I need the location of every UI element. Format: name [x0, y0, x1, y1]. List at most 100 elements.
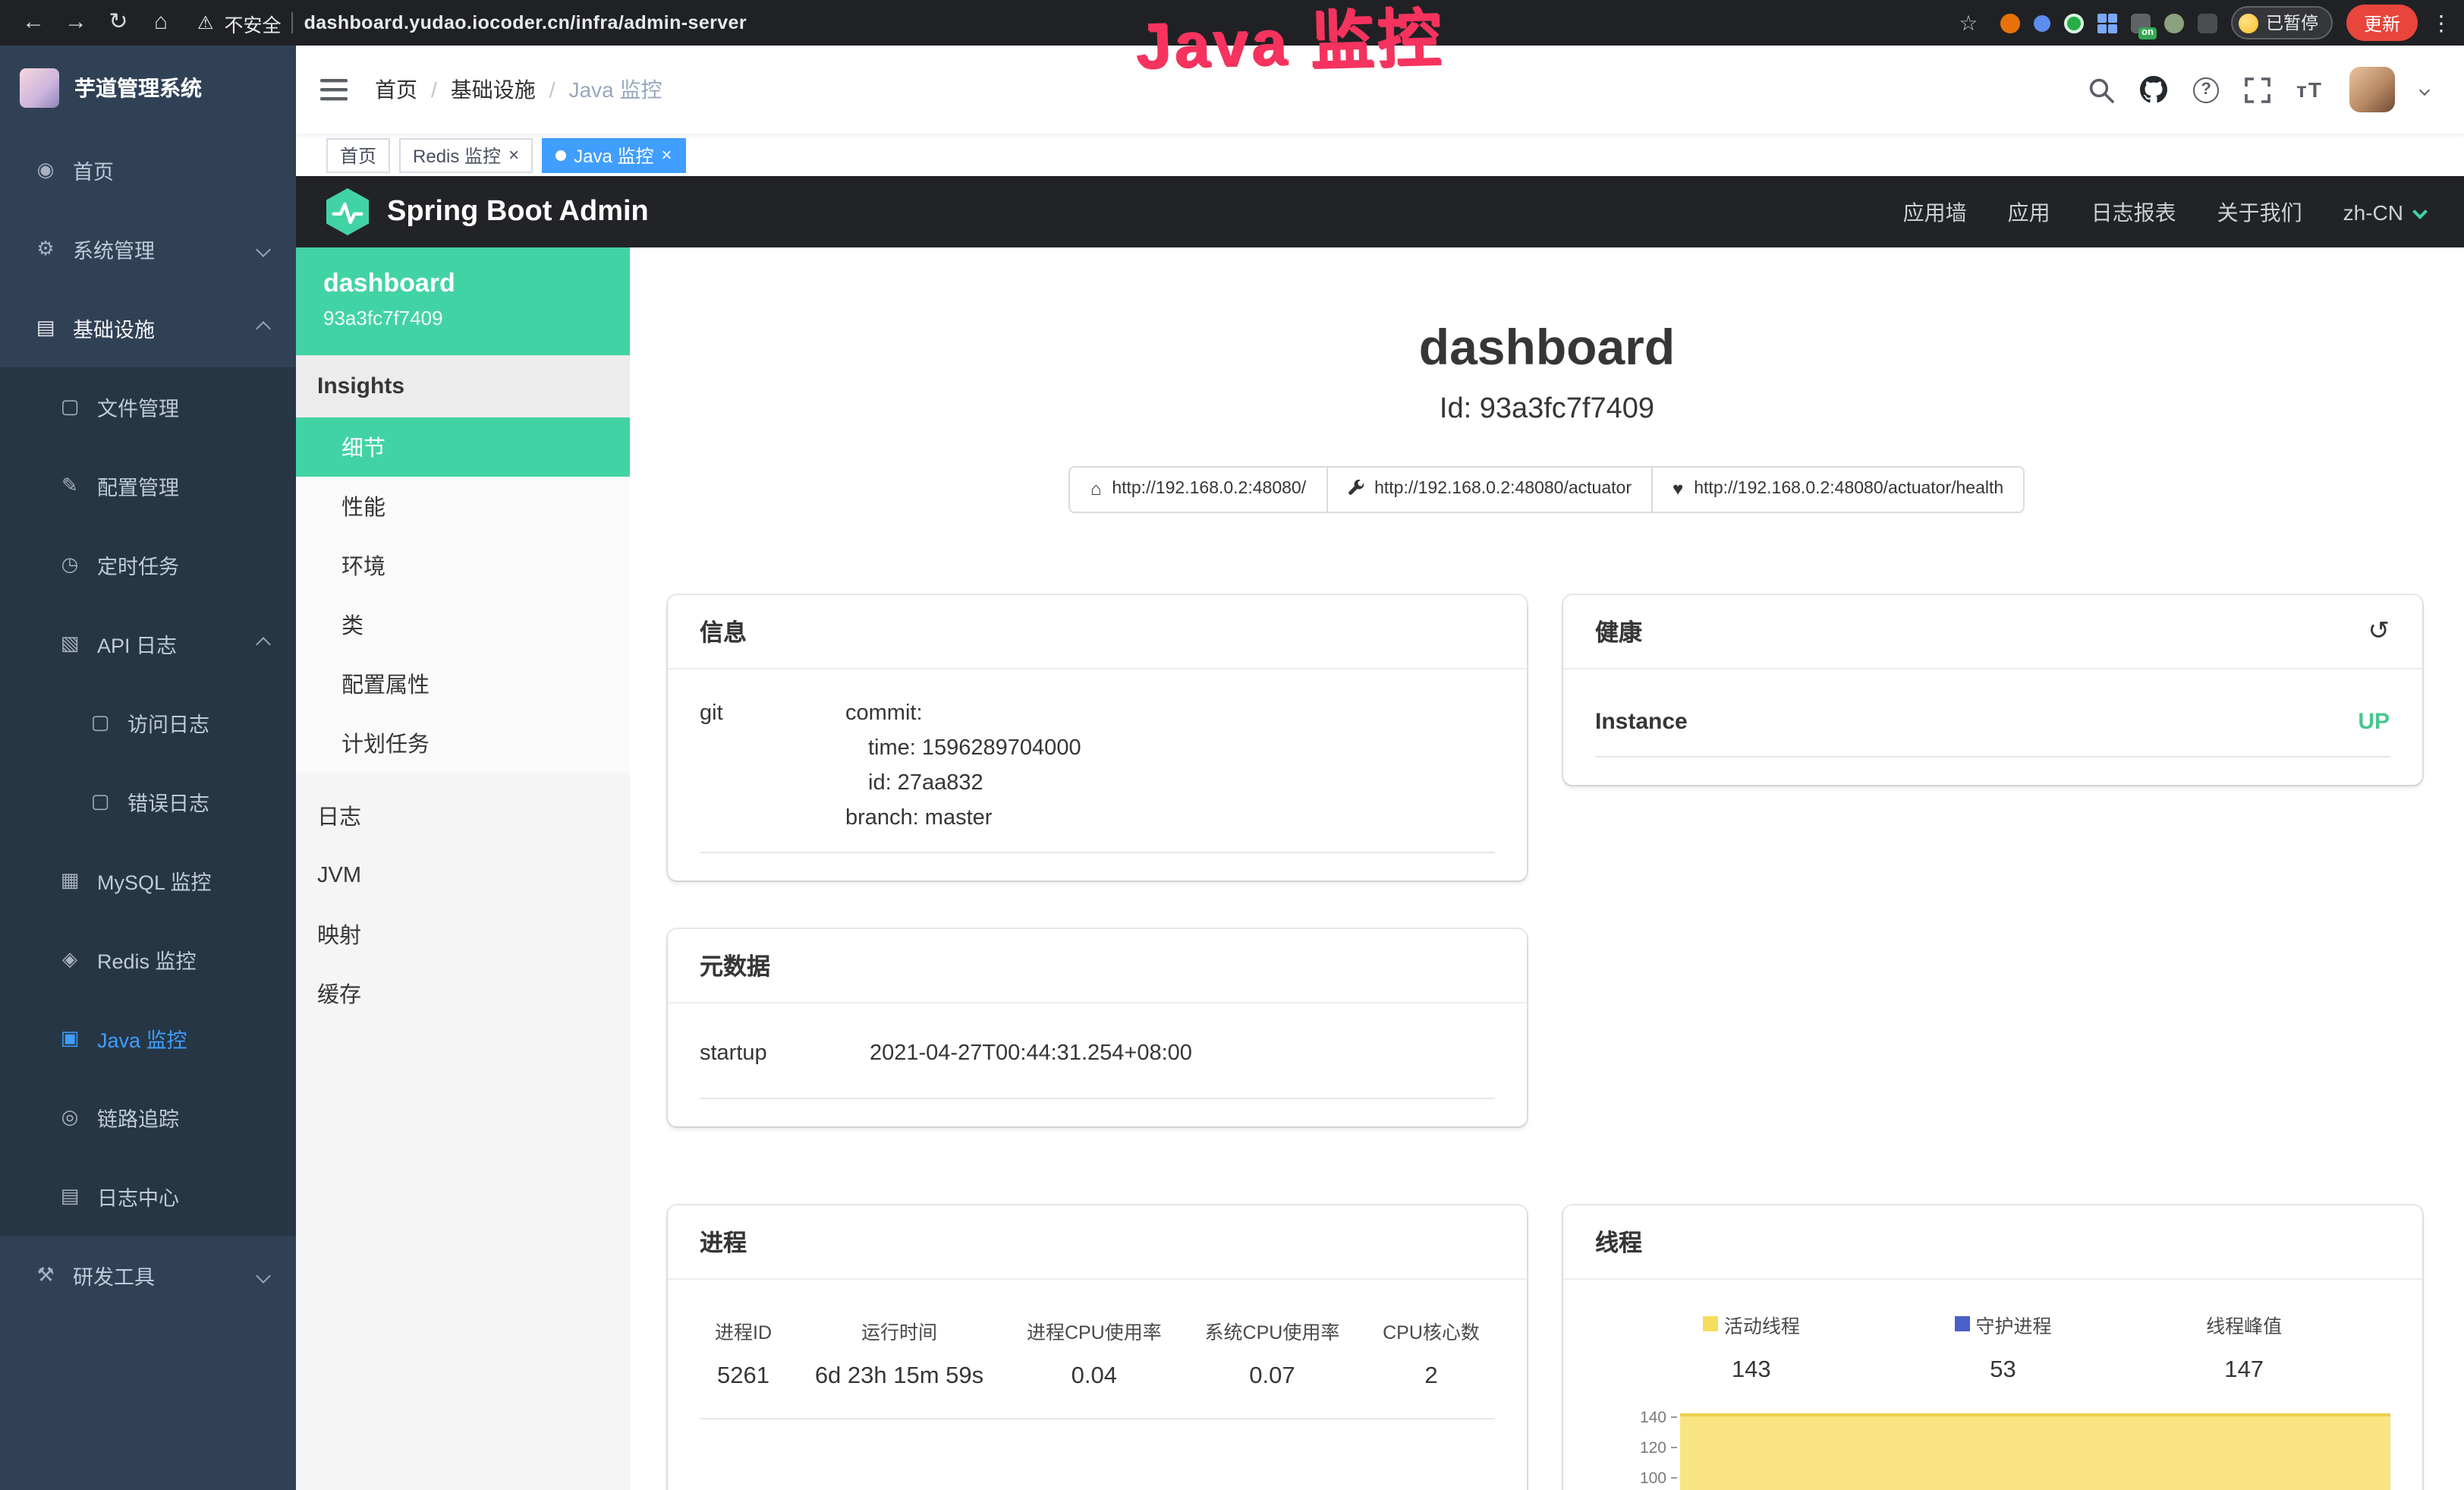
fullscreen-icon[interactable]	[2245, 77, 2270, 102]
info-git-row: git commit: time: 1596289704000 id: 27aa…	[700, 696, 1495, 854]
screen: Java 监控 ← → ↻ ⌂ ⚠ 不安全 dashboard.yudao.io…	[0, 0, 2464, 1490]
git-branch-line: branch: master	[845, 802, 1081, 836]
tab-redis-monitor[interactable]: Redis 监控 ×	[399, 137, 533, 172]
sidebar-item-home[interactable]: ◉ 首页	[0, 131, 296, 209]
sba-insights-list: 细节 性能 环境 类 配置属性 计划任务	[296, 417, 630, 773]
health-status-badge: UP	[2358, 708, 2390, 734]
sba-nav-about[interactable]: 关于我们	[2217, 197, 2302, 227]
sidebar-item-infrastructure[interactable]: ▤ 基础设施	[0, 288, 296, 367]
process-metric: CPU核心数 2	[1383, 1315, 1480, 1390]
sidebar-item-java-monitor[interactable]: ▣ Java 监控	[0, 999, 296, 1078]
browser-home-button[interactable]: ⌂	[143, 0, 179, 46]
hamburger-icon[interactable]	[320, 77, 348, 102]
breadcrumb-home[interactable]: 首页	[375, 74, 417, 105]
access-log-icon: ▢	[88, 710, 112, 735]
browser-menu-icon[interactable]: ⋮	[2431, 0, 2446, 46]
sba-side-environment[interactable]: 环境	[296, 536, 630, 595]
sidebar-item-error-logs[interactable]: ▢ 错误日志	[0, 762, 296, 841]
github-icon[interactable]	[2140, 76, 2167, 103]
help-icon[interactable]: ?	[2193, 77, 2219, 102]
close-icon[interactable]: ×	[661, 146, 672, 164]
on-badge: on	[2138, 27, 2157, 39]
spring-boot-admin-logo[interactable]	[326, 188, 369, 235]
sba-nav-wall[interactable]: 应用墙	[1903, 197, 1967, 227]
extension-icon-orange[interactable]	[2000, 13, 2020, 33]
profile-paused-chip[interactable]: 已暂停	[2231, 6, 2333, 39]
sidebar-item-scheduled-tasks[interactable]: ◷ 定时任务	[0, 525, 296, 604]
sidebar-item-system-management[interactable]: ⚙ 系统管理	[0, 209, 296, 288]
sba-side-jvm[interactable]: JVM	[296, 846, 630, 905]
chevron-down-icon	[256, 1268, 271, 1283]
address-bar[interactable]: ⚠ 不安全 dashboard.yudao.iocoder.cn/infra/a…	[197, 8, 747, 37]
instance-id: 93a3fc7f7409	[323, 307, 603, 329]
heart-icon: ♥	[1673, 480, 1683, 498]
sidebar-item-mysql-monitor[interactable]: ▦ MySQL 监控	[0, 841, 296, 920]
sidebar-item-label: 基础设施	[73, 313, 155, 343]
extension-icon-green[interactable]	[2064, 13, 2084, 33]
extension-icon-blue-drop[interactable]	[2034, 14, 2050, 31]
sba-side-performance[interactable]: 性能	[296, 477, 630, 536]
search-icon[interactable]	[2088, 77, 2114, 102]
breadcrumb-infrastructure[interactable]: 基础设施	[451, 74, 536, 105]
actuator-url-link[interactable]: http://192.168.0.2:48080/actuator	[1326, 465, 1653, 512]
sba-side-details[interactable]: 细节	[296, 417, 630, 477]
extension-icon-puzzle[interactable]	[2198, 13, 2217, 33]
metadata-card: 元数据 startup 2021-04-27T00:44:31.254+08:0…	[668, 930, 1527, 1126]
address-separator	[292, 12, 294, 33]
chevron-up-icon	[256, 320, 271, 335]
sba-nav-journal[interactable]: 日志报表	[2091, 197, 2176, 227]
sidebar-item-label: MySQL 监控	[97, 865, 212, 896]
close-icon[interactable]: ×	[508, 146, 519, 164]
active-tab-dot	[555, 150, 566, 160]
sba-side-scheduled-tasks[interactable]: 计划任务	[296, 713, 630, 773]
sidebar-item-config-management[interactable]: ✎ 配置管理	[0, 446, 296, 525]
font-size-icon[interactable]: тT	[2296, 77, 2323, 102]
sba-brand[interactable]: Spring Boot Admin	[387, 195, 649, 228]
health-instance-label: Instance	[1595, 708, 1688, 734]
legend-swatch-yellow	[1703, 1316, 1718, 1331]
config-icon: ✎	[58, 474, 82, 498]
legend-live-threads: 活动线程 143	[1703, 1309, 1800, 1384]
extension-icon-leaf[interactable]	[2164, 13, 2184, 33]
sba-side-logs[interactable]: 日志	[296, 786, 630, 846]
health-url-link[interactable]: ♥ http://192.168.0.2:48080/actuator/heal…	[1651, 465, 2025, 512]
process-metric: 进程CPU使用率 0.04	[1027, 1315, 1162, 1390]
browser-update-button[interactable]: 更新	[2347, 5, 2417, 41]
sba-nav-applications[interactable]: 应用	[2008, 197, 2050, 227]
sba-side-caches[interactable]: 缓存	[296, 964, 630, 1023]
sidebar-item-trace[interactable]: ◎ 链路追踪	[0, 1078, 296, 1157]
app-logo[interactable]: 芋道管理系统	[0, 46, 296, 131]
sidebar-item-access-logs[interactable]: ▢ 访问日志	[0, 683, 296, 762]
instance-url-link[interactable]: ⌂ http://192.168.0.2:48080/	[1069, 465, 1327, 512]
user-avatar[interactable]	[2349, 67, 2394, 112]
browser-forward-button[interactable]: →	[58, 0, 94, 46]
bookmark-star-icon[interactable]: ☆	[1950, 0, 1987, 46]
sba-language-select[interactable]: zh-CN	[2343, 200, 2425, 224]
tab-java-monitor[interactable]: Java 监控 ×	[542, 137, 685, 172]
browser-back-button[interactable]: ←	[15, 0, 52, 46]
dashboard-icon: ◉	[33, 158, 58, 182]
warning-icon: ⚠	[197, 12, 214, 33]
tab-home[interactable]: 首页	[326, 137, 390, 172]
instance-subtitle: Id: 93a3fc7f7409	[630, 392, 2464, 426]
sba-body: dashboard 93a3fc7f7409 Insights 细节 性能 环境…	[296, 247, 2464, 1490]
sidebar-item-api-logs[interactable]: ▧ API 日志	[0, 604, 296, 683]
health-instance-row[interactable]: Instance UP	[1595, 696, 2390, 757]
sidebar-item-dev-tools[interactable]: ⚒ 研发工具	[0, 1236, 296, 1315]
browser-reload-button[interactable]: ↻	[100, 0, 137, 46]
sba-side-classes[interactable]: 类	[296, 595, 630, 654]
sidebar-item-file-management[interactable]: ▢ 文件管理	[0, 367, 296, 446]
sidebar-item-redis-monitor[interactable]: ◈ Redis 监控	[0, 920, 296, 999]
avatar-caret-icon[interactable]	[2418, 84, 2429, 95]
paused-label: 已暂停	[2266, 11, 2318, 35]
history-icon[interactable]: ↺	[2368, 616, 2390, 646]
header-actions: ? тT	[2088, 67, 2428, 112]
sba-instance-header[interactable]: dashboard 93a3fc7f7409	[296, 247, 630, 355]
apps-grid-icon[interactable]	[2097, 13, 2117, 33]
breadcrumb: 首页 / 基础设施 / Java 监控	[375, 74, 662, 105]
sidebar-item-log-center[interactable]: ▤ 日志中心	[0, 1157, 296, 1236]
url-text[interactable]: dashboard.yudao.iocoder.cn/infra/admin-s…	[304, 12, 747, 33]
sba-side-mappings[interactable]: 映射	[296, 905, 630, 964]
sba-side-config-props[interactable]: 配置属性	[296, 654, 630, 713]
extension-icon-on[interactable]: on	[2131, 13, 2151, 33]
